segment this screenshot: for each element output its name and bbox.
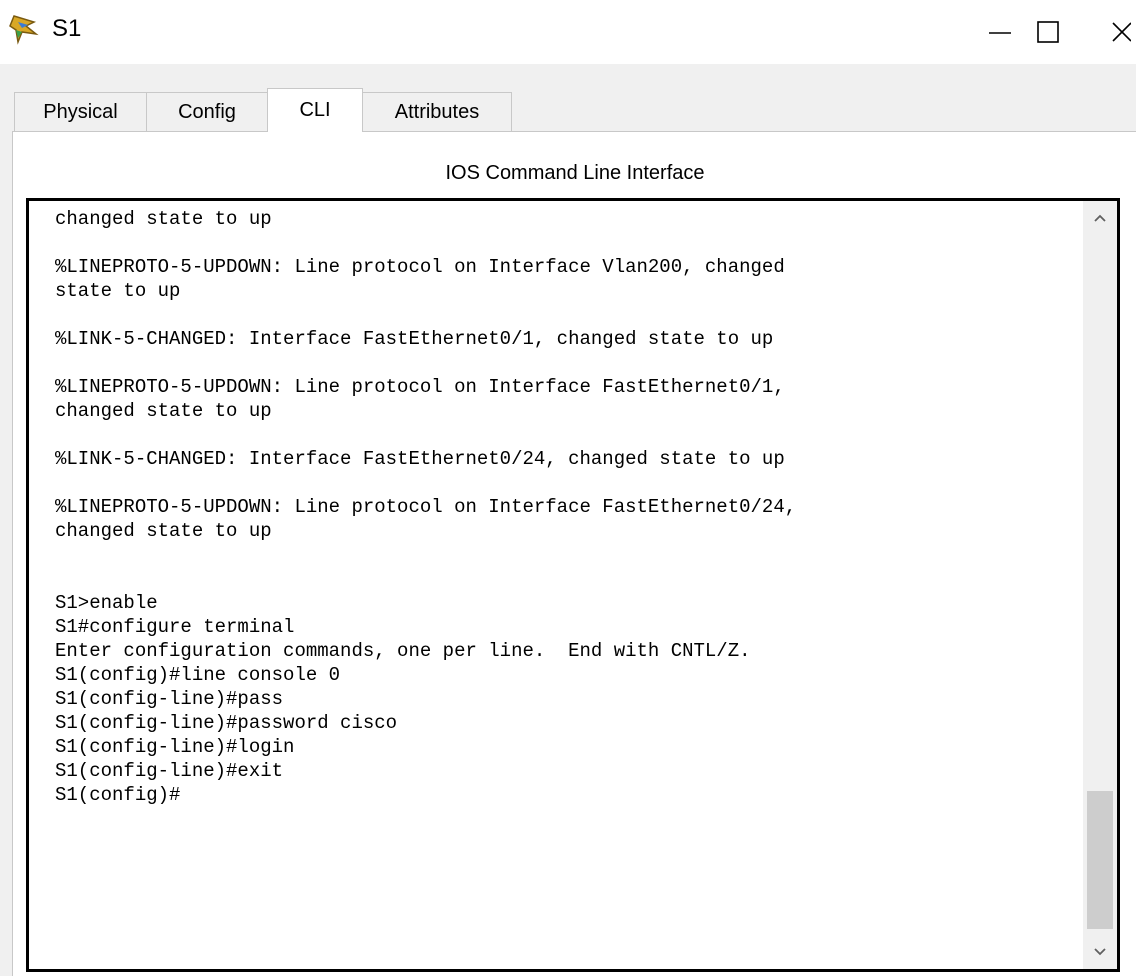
tab-physical[interactable]: Physical bbox=[14, 92, 147, 132]
cli-console[interactable]: changed state to up %LINEPROTO-5-UPDOWN:… bbox=[26, 198, 1120, 972]
scroll-thumb[interactable] bbox=[1087, 791, 1113, 929]
console-line: S1>enable bbox=[55, 592, 158, 614]
console-line: S1(config)# bbox=[55, 784, 181, 806]
tab-cli[interactable]: CLI bbox=[267, 88, 363, 132]
tab-label: Attributes bbox=[394, 101, 480, 123]
console-line: S1(config-line)#pass bbox=[55, 688, 284, 710]
window-title: S1 bbox=[52, 15, 82, 42]
console-line: S1(config-line)#exit bbox=[55, 760, 284, 782]
console-line: S1(config-line)#password cisco bbox=[55, 712, 398, 734]
minimize-icon bbox=[989, 32, 1011, 34]
tab-label: CLI bbox=[299, 99, 331, 121]
title-bar: S1 bbox=[0, 0, 1136, 64]
tab-label: Config bbox=[178, 101, 236, 123]
close-button[interactable] bbox=[1100, 0, 1136, 64]
console-line: Enter configuration commands, one per li… bbox=[55, 640, 751, 662]
console-line: %LINEPROTO-5-UPDOWN: Line protocol on In… bbox=[55, 496, 797, 518]
close-icon bbox=[1112, 22, 1131, 42]
console-output[interactable]: changed state to up %LINEPROTO-5-UPDOWN:… bbox=[55, 207, 1067, 807]
scroll-down-button[interactable] bbox=[1083, 935, 1117, 969]
vertical-scrollbar[interactable] bbox=[1083, 201, 1117, 969]
scroll-up-button[interactable] bbox=[1083, 201, 1117, 235]
console-line: S1(config)#line console 0 bbox=[55, 664, 341, 686]
switch-app-icon bbox=[9, 15, 39, 45]
console-line: %LINEPROTO-5-UPDOWN: Line protocol on In… bbox=[55, 376, 785, 398]
console-line: S1#configure terminal bbox=[55, 616, 295, 638]
tab-bar: Physical Config CLI Attributes bbox=[14, 88, 512, 132]
maximize-button[interactable] bbox=[1018, 0, 1078, 64]
console-line: changed state to up bbox=[55, 520, 272, 542]
console-line: changed state to up bbox=[55, 208, 272, 230]
cli-heading: IOS Command Line Interface bbox=[445, 162, 705, 184]
chevron-down-icon bbox=[1094, 948, 1106, 956]
chevron-up-icon bbox=[1094, 214, 1106, 222]
console-line: %LINK-5-CHANGED: Interface FastEthernet0… bbox=[55, 448, 785, 470]
maximize-icon bbox=[1037, 21, 1059, 43]
tab-attributes[interactable]: Attributes bbox=[362, 92, 512, 132]
console-line: %LINK-5-CHANGED: Interface FastEthernet0… bbox=[55, 328, 774, 350]
console-line: changed state to up bbox=[55, 400, 272, 422]
console-line: S1(config-line)#login bbox=[55, 736, 295, 758]
console-line: %LINEPROTO-5-UPDOWN: Line protocol on In… bbox=[55, 256, 785, 278]
tab-config[interactable]: Config bbox=[146, 92, 268, 132]
console-line: state to up bbox=[55, 280, 181, 302]
tab-label: Physical bbox=[43, 101, 118, 123]
